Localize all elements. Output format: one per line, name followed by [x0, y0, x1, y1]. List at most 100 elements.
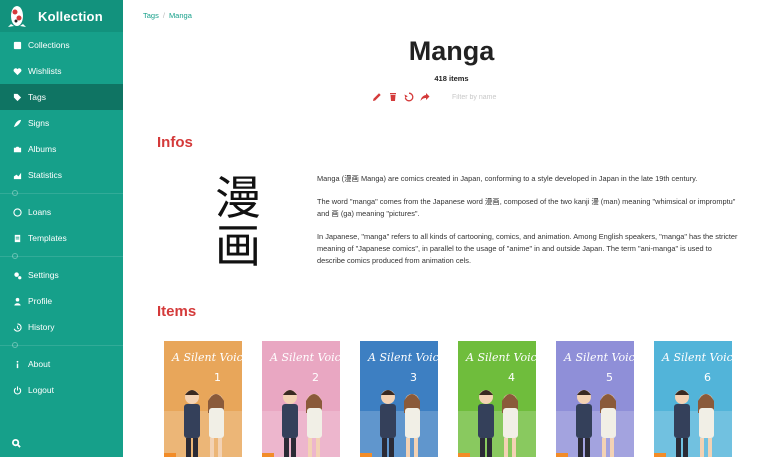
cover-art: A Silent Voice 6	[654, 341, 732, 457]
sidebar-nav-misc: About Logout	[0, 351, 123, 403]
sidebar-item-label: Loans	[28, 207, 52, 217]
history-icon[interactable]	[404, 92, 415, 103]
cover-title: A Silent Voice	[171, 351, 242, 364]
items-section-title: Items	[157, 303, 197, 320]
loans-icon	[12, 207, 22, 217]
sidebar-item-label: Wishlists	[28, 66, 62, 76]
sidebar-nav-secondary: Loans Templates	[0, 199, 123, 251]
brand-name: Kollection	[38, 8, 103, 24]
tag-actions	[372, 92, 436, 103]
koi-logo-icon	[8, 6, 26, 27]
sidebar-item-label: Profile	[28, 296, 53, 306]
main-content: Tags/ Manga Manga 418 items Infos 漫画 Mang…	[123, 0, 780, 457]
power-icon	[12, 385, 22, 395]
history-icon	[12, 322, 22, 332]
sidebar-separator	[0, 340, 123, 351]
cover-volume: 6	[704, 371, 711, 384]
cover-title: A Silent Voice	[563, 351, 634, 364]
separator-dot-icon	[12, 253, 18, 259]
tag-image: 漫画	[215, 171, 261, 273]
signs-icon	[12, 118, 22, 128]
sidebar-separator	[0, 251, 123, 262]
sidebar-separator	[0, 188, 123, 199]
chart-icon	[12, 170, 22, 180]
item-cover[interactable]: A Silent Voice 5	[556, 341, 634, 457]
app: Kollection Collections Wishlists Tags Si…	[0, 0, 780, 457]
sidebar-item-loans[interactable]: Loans	[0, 199, 123, 225]
cover-title: A Silent Voice	[465, 351, 536, 364]
item-count: 418 items	[434, 74, 469, 83]
separator-dot-icon	[12, 342, 18, 348]
info-icon	[12, 359, 22, 369]
gears-icon	[12, 270, 22, 280]
item-cover[interactable]: A Silent Voice 3	[360, 341, 438, 457]
breadcrumb-current[interactable]: Manga	[169, 11, 192, 20]
breadcrumb-separator: /	[162, 11, 165, 20]
user-icon	[12, 296, 22, 306]
cover-art: A Silent Voice 3	[360, 341, 438, 457]
cover-title: A Silent Voice	[661, 351, 732, 364]
description-paragraph: Manga (漫画 Manga) are comics created in J…	[317, 174, 698, 183]
cover-art: A Silent Voice 2	[262, 341, 340, 457]
sidebar-item-label: History	[28, 322, 55, 332]
sidebar-item-label: Albums	[28, 144, 57, 154]
description-paragraph: In Japanese, "manga" refers to all kinds…	[317, 232, 738, 265]
templates-icon	[12, 233, 22, 243]
collections-icon	[12, 40, 22, 50]
sidebar-item-templates[interactable]: Templates	[0, 225, 123, 251]
separator-dot-icon	[12, 190, 18, 196]
sidebar-item-wishlists[interactable]: Wishlists	[0, 58, 123, 84]
search-icon[interactable]	[12, 435, 22, 448]
sidebar-item-label: Statistics	[28, 170, 63, 180]
sidebar-item-label: Tags	[28, 92, 46, 102]
sidebar-item-tags[interactable]: Tags	[0, 84, 123, 110]
item-cover[interactable]: A Silent Voice 4	[458, 341, 536, 457]
item-cover[interactable]: A Silent Voice 2	[262, 341, 340, 457]
cover-title: A Silent Voice	[269, 351, 340, 364]
cover-title: A Silent Voice	[367, 351, 438, 364]
cover-volume: 1	[214, 371, 221, 384]
page-title: Manga	[408, 36, 495, 66]
cover-volume: 2	[312, 371, 319, 384]
sidebar-item-statistics[interactable]: Statistics	[0, 162, 123, 188]
tags-icon	[12, 92, 22, 102]
cover-volume: 3	[410, 371, 417, 384]
cover-art: A Silent Voice 1	[164, 341, 242, 457]
items-grid: A Silent Voice 1 A Silent Voice 2 A Silent…	[164, 341, 752, 457]
sidebar-item-settings[interactable]: Settings	[0, 262, 123, 288]
item-cover[interactable]: A Silent Voice 1	[164, 341, 242, 457]
sidebar-item-label: Logout	[28, 385, 54, 395]
cover-art: A Silent Voice 4	[458, 341, 536, 457]
item-cover[interactable]: A Silent Voice 6	[654, 341, 732, 457]
share-icon[interactable]	[420, 92, 431, 103]
infos-section-title: Infos	[157, 134, 193, 151]
sidebar-nav: Collections Wishlists Tags Signs Albums …	[0, 32, 123, 188]
cover-volume: 5	[606, 371, 613, 384]
breadcrumb-link-tags[interactable]: Tags	[143, 11, 159, 20]
sidebar-item-label: Collections	[28, 40, 70, 50]
cover-art: A Silent Voice 5	[556, 341, 634, 457]
sidebar-item-label: Signs	[28, 118, 50, 128]
edit-icon[interactable]	[372, 92, 383, 103]
sidebar-item-signs[interactable]: Signs	[0, 110, 123, 136]
breadcrumb: Tags / Manga	[143, 11, 192, 20]
sidebar-item-history[interactable]: History	[0, 314, 123, 340]
sidebar-item-collections[interactable]: Collections	[0, 32, 123, 58]
heart-icon	[12, 66, 22, 76]
sidebar-item-label: About	[28, 359, 51, 369]
sidebar-item-albums[interactable]: Albums	[0, 136, 123, 162]
camera-icon	[12, 144, 22, 154]
description-paragraph: The word "manga" comes from the Japanese…	[317, 197, 736, 218]
sidebar-item-about[interactable]: About	[0, 351, 123, 377]
sidebar-item-label: Settings	[28, 270, 59, 280]
sidebar-item-profile[interactable]: Profile	[0, 288, 123, 314]
brand[interactable]: Kollection	[0, 0, 123, 32]
filter-input[interactable]	[452, 91, 542, 104]
trash-icon[interactable]	[388, 92, 399, 103]
sidebar-nav-account: Settings Profile History	[0, 262, 123, 340]
sidebar: Kollection Collections Wishlists Tags Si…	[0, 0, 123, 457]
sidebar-item-label: Templates	[28, 233, 67, 243]
tag-description: Manga (漫画 Manga) are comics created in J…	[317, 173, 739, 278]
cover-volume: 4	[508, 371, 515, 384]
sidebar-item-logout[interactable]: Logout	[0, 377, 123, 403]
